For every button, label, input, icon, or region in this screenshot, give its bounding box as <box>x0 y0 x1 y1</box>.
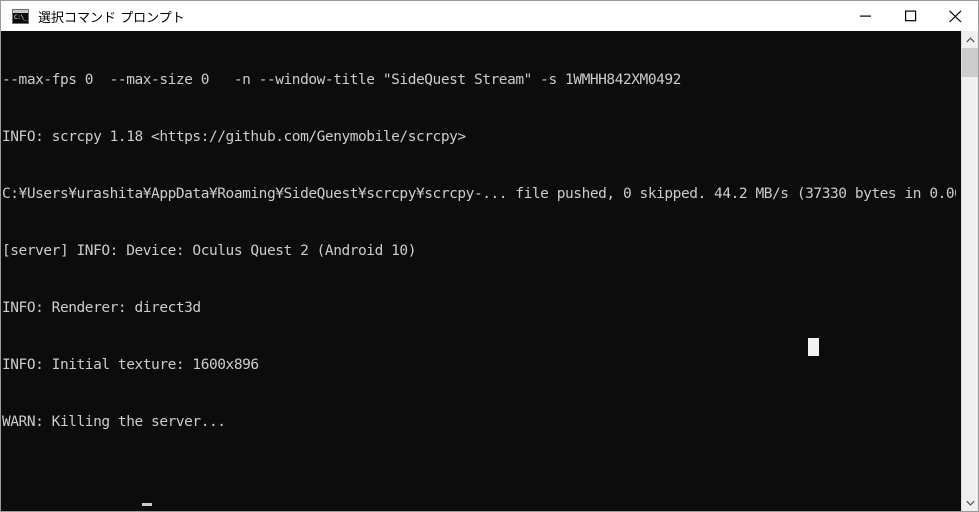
minimize-button[interactable] <box>843 1 888 31</box>
command-prompt-window: C:\_ 選択コマンド プロンプト --max-fps 0 --max-size… <box>0 0 979 512</box>
window-controls <box>843 1 978 31</box>
cmd-icon: C:\_ <box>12 8 29 24</box>
console-caret <box>142 503 152 506</box>
console-text-buffer: --max-fps 0 --max-size 0 -n --window-tit… <box>1 33 956 511</box>
console-selection-block <box>808 338 819 356</box>
cmd-icon-titlestripe <box>13 9 28 13</box>
console-line: [server] INFO: Device: Oculus Quest 2 (A… <box>2 243 416 259</box>
scrollbar-thumb[interactable] <box>962 48 978 77</box>
console-output-area[interactable]: --max-fps 0 --max-size 0 -n --window-tit… <box>1 31 978 511</box>
console-line: WARN: Killing the server... <box>2 414 226 430</box>
close-button[interactable] <box>933 1 978 31</box>
maximize-button[interactable] <box>888 1 933 31</box>
vertical-scrollbar[interactable] <box>961 31 978 511</box>
console-line: C:¥Users¥urashita¥AppData¥Roaming¥SideQu… <box>2 186 956 202</box>
cmd-icon-prompt-glyph: C:\_ <box>14 13 28 21</box>
console-line: INFO: Renderer: direct3d <box>2 300 201 316</box>
title-bar[interactable]: C:\_ 選択コマンド プロンプト <box>1 1 978 31</box>
console-line: --max-fps 0 --max-size 0 -n --window-tit… <box>2 72 681 88</box>
window-title: 選択コマンド プロンプト <box>38 10 185 26</box>
console-line: INFO: scrcpy 1.18 <https://github.com/Ge… <box>2 129 466 145</box>
console-line: INFO: Initial texture: 1600x896 <box>2 357 259 373</box>
scroll-up-button[interactable] <box>962 31 978 48</box>
scroll-down-button[interactable] <box>962 494 978 511</box>
